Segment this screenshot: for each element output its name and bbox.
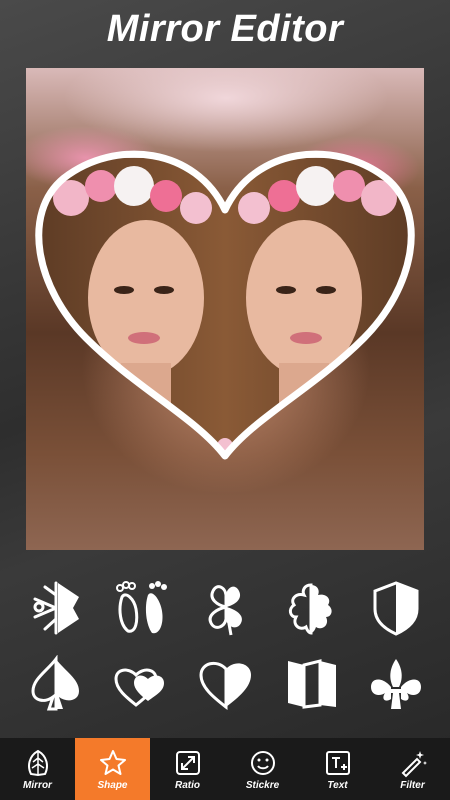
magic-wand-icon [401,750,427,777]
shape-snowflake-half[interactable] [24,576,88,640]
tool-text-label: Text [327,779,348,791]
star-icon [99,749,126,775]
tool-filter[interactable]: Filter [375,738,450,800]
tool-filter-label: Filter [400,779,425,791]
shape-spade[interactable] [24,652,88,716]
photo-canvas[interactable] [26,68,424,550]
shape-folded-panel[interactable] [279,652,343,716]
shape-clover[interactable] [194,576,258,640]
heart-half-icon [199,661,251,711]
shape-fleur-de-lis[interactable] [364,652,428,716]
shape-picker [0,570,450,720]
fleur-de-lis-icon [371,659,421,709]
tool-shape[interactable]: Shape [75,738,150,800]
mirrored-portrait [38,154,412,456]
tool-text[interactable]: Text [300,738,375,800]
mirror-leaf-icon [27,749,48,776]
shape-shield[interactable] [364,576,428,640]
shape-heart-half[interactable] [194,652,258,716]
shape-flower-half[interactable] [279,576,343,640]
text-plus-icon [325,750,350,775]
emoji-icon [250,750,275,775]
footprints-icon [116,581,167,634]
shape-footprints[interactable] [109,576,173,640]
heart-frame [35,150,415,460]
folded-panel-icon [288,659,336,709]
tool-sticker[interactable]: Stickre [225,738,300,800]
bottom-toolbar: Mirror Shape Ratio Stickre Text Filter [0,738,450,800]
tool-sticker-label: Stickre [245,779,280,791]
tool-ratio[interactable]: Ratio [150,738,225,800]
tool-shape-label: Shape [97,779,128,791]
page-title: Mirror Editor [106,8,344,50]
shield-icon [373,581,419,636]
tool-mirror-label: Mirror [23,779,52,791]
snowflake-half-icon [33,581,79,635]
tool-mirror[interactable]: Mirror [0,738,75,800]
clover-icon [208,585,242,636]
shape-double-heart[interactable] [109,652,173,716]
tool-ratio-label: Ratio [175,779,200,791]
double-heart-icon [114,668,164,707]
spade-icon [31,655,79,711]
resize-arrows-icon [175,750,200,775]
flower-half-icon [288,583,332,635]
